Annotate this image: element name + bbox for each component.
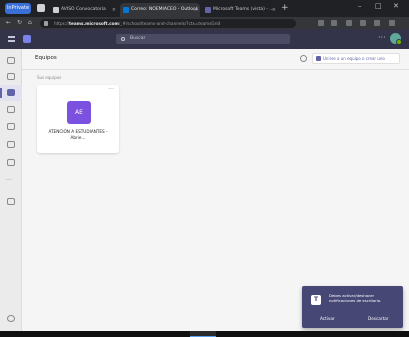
- gear-icon[interactable]: [300, 55, 307, 62]
- section-label: Sus equipos: [37, 75, 62, 80]
- teams-icon: [7, 89, 15, 96]
- inprivate-badge[interactable]: InPrivate: [5, 3, 31, 14]
- close-tab-icon[interactable]: ×: [112, 3, 116, 17]
- tab-actions-icon[interactable]: [37, 4, 45, 12]
- file-icon: [7, 159, 15, 166]
- new-tab-button[interactable]: +: [281, 3, 289, 14]
- tab-title: Correo: NOEMIACEO - Outlook: [131, 7, 199, 12]
- read-aloud-icon[interactable]: [318, 20, 324, 26]
- browser-tab-teams[interactable]: Microsoft Teams (vista) - ... ×: [202, 3, 278, 17]
- help-icon: [7, 315, 15, 322]
- maximize-button[interactable]: □: [375, 2, 382, 10]
- close-window-button[interactable]: ✕: [393, 2, 399, 10]
- browser-tab-correo[interactable]: Correo: NOEMIACEO - Outlook ×: [120, 3, 200, 17]
- collections-icon[interactable]: [346, 20, 352, 26]
- bell-icon: [7, 57, 15, 64]
- teams-favicon-icon: [205, 7, 211, 13]
- app-launcher-icon[interactable]: [8, 36, 15, 42]
- team-avatar: AE: [67, 101, 91, 124]
- favorites-star-icon[interactable]: [331, 20, 337, 26]
- page-title: Equipos: [35, 55, 57, 61]
- rail-calls[interactable]: [0, 137, 22, 153]
- minimize-button[interactable]: –: [358, 2, 362, 10]
- browser-tab-strip: InPrivate AVISO Convocatoria × Correo: N…: [0, 0, 409, 17]
- team-name: ATENCIÓN A ESTUDIANTES - Abrie...: [48, 129, 108, 140]
- rail-activity[interactable]: [0, 53, 22, 69]
- rail-calendar[interactable]: [0, 119, 22, 135]
- apps-icon: [7, 198, 15, 205]
- back-icon[interactable]: ←: [6, 19, 11, 26]
- user-avatar[interactable]: [390, 33, 402, 45]
- card-more-options-button[interactable]: ···: [108, 86, 114, 93]
- browser-toolbar: ← ↻ ⌂ https://teams.microsoft.com/_#/sch…: [0, 17, 409, 29]
- rail-apps[interactable]: [0, 194, 22, 210]
- chat-icon: [7, 73, 15, 80]
- rail-assignments[interactable]: [0, 102, 22, 118]
- url-path: /_#/school/teams-and-channels/?ctx=teams…: [118, 21, 221, 26]
- teams-header: Buscar ···: [0, 29, 409, 49]
- rail-chat[interactable]: [0, 69, 22, 85]
- url-prefix: https://: [54, 21, 70, 26]
- join-button-label: Unirse a un equipo o crear uno: [323, 56, 385, 61]
- profile-icon[interactable]: [374, 20, 380, 26]
- close-tab-icon[interactable]: ×: [272, 3, 276, 17]
- address-bar[interactable]: https://teams.microsoft.com/_#/school/te…: [40, 19, 296, 28]
- toast-message: Debes activar/deshacer notificaciones de…: [329, 293, 382, 303]
- refresh-icon[interactable]: ↻: [17, 19, 22, 26]
- page-favicon-icon: [53, 7, 59, 13]
- extensions-icon[interactable]: [360, 20, 366, 26]
- assignments-icon: [7, 106, 15, 113]
- rail-teams[interactable]: [0, 85, 22, 101]
- browser-tab-aviso[interactable]: AVISO Convocatoria ×: [50, 3, 118, 17]
- more-options-button[interactable]: ···: [378, 34, 386, 42]
- toast-dismiss-button[interactable]: Descartar: [368, 316, 389, 321]
- join-or-create-team-button[interactable]: Unirse a un equipo o crear uno: [312, 53, 400, 64]
- browser-menu-icon[interactable]: [389, 20, 395, 26]
- search-icon: [116, 34, 130, 44]
- os-taskbar: [0, 331, 409, 337]
- teams-logo-icon: [23, 35, 31, 43]
- tab-title: Microsoft Teams (vista) - ...: [213, 7, 274, 12]
- phone-icon: [7, 141, 15, 148]
- taskbar-browser-item[interactable]: [190, 331, 216, 337]
- rail-help[interactable]: [0, 311, 22, 327]
- rail-more-button[interactable]: ···: [6, 177, 12, 184]
- people-add-icon: [316, 56, 321, 61]
- tab-title: AVISO Convocatoria: [61, 7, 106, 12]
- search-input[interactable]: Buscar: [116, 34, 290, 44]
- teams-logo-icon: T: [311, 295, 321, 305]
- close-tab-icon[interactable]: ×: [194, 3, 198, 17]
- team-card[interactable]: ··· AE ATENCIÓN A ESTUDIANTES - Abrie...: [37, 85, 119, 153]
- url-host: teams.microsoft.com: [69, 21, 119, 26]
- app-rail: ···: [0, 49, 22, 331]
- home-icon[interactable]: ⌂: [28, 19, 32, 26]
- calendar-icon: [7, 123, 15, 130]
- header-divider: [22, 69, 409, 70]
- outlook-favicon-icon: [123, 7, 129, 13]
- rail-files[interactable]: [0, 155, 22, 171]
- lock-icon: [44, 21, 48, 26]
- notification-toast: T Debes activar/deshacer notificaciones …: [302, 286, 403, 328]
- toast-activate-button[interactable]: Activar: [320, 316, 335, 321]
